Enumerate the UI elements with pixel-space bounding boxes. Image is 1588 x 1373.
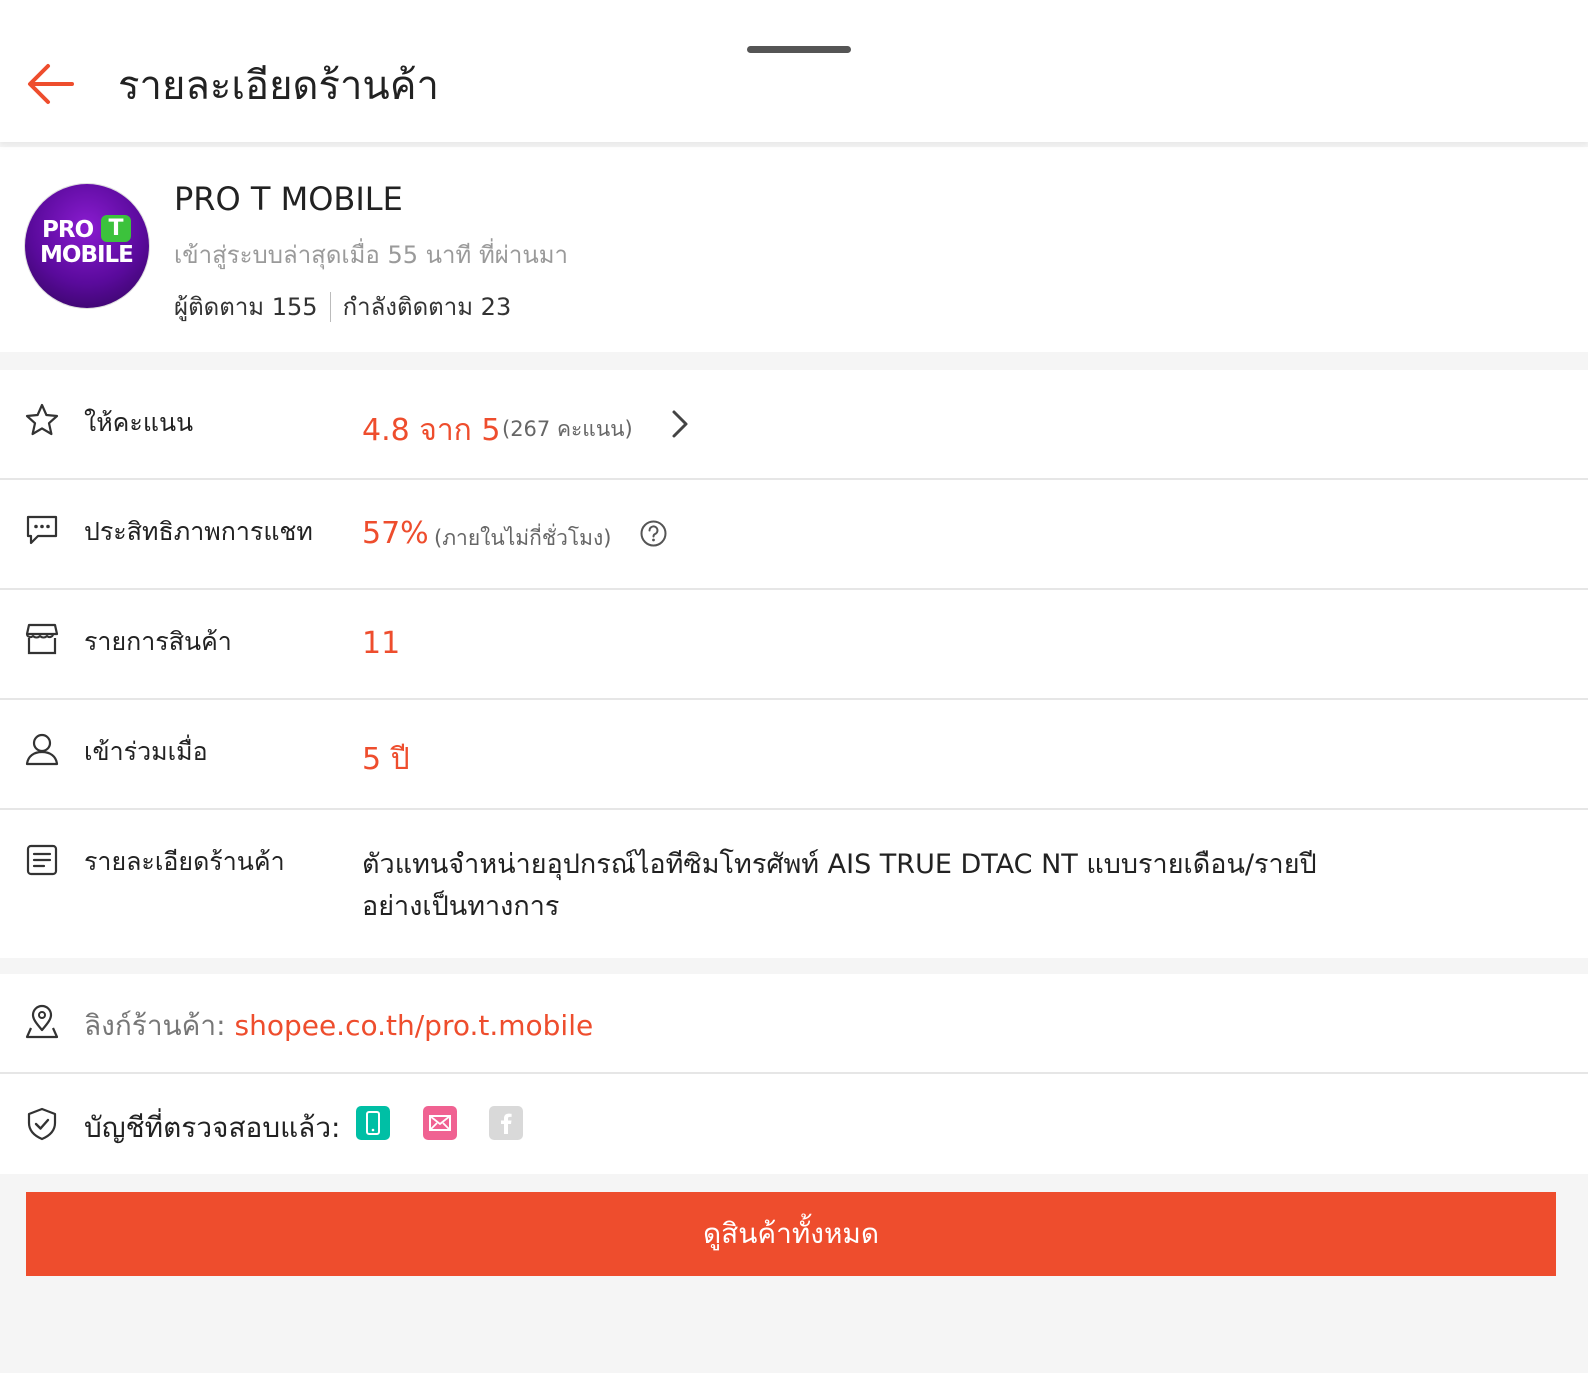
follow-stats: ผู้ติดตาม 155 กำลังติดตาม 23 (174, 287, 511, 326)
description-line: ตัวแทนจำหน่ายอุปกรณ์ไอทีซิมโทรศัพท์ AIS … (362, 849, 1317, 880)
phone-verified-badge (356, 1106, 390, 1140)
products-count: 11 (362, 626, 401, 661)
description-label: รายละเอียดร้านค้า (84, 847, 285, 876)
chat-response-rate: 57% (362, 516, 429, 551)
divider (329, 291, 331, 322)
joined-value: 5 ปี (362, 742, 410, 777)
description-line: อย่างเป็นทางการ (362, 891, 560, 922)
products-label: รายการสินค้า (84, 627, 232, 656)
drag-handle[interactable] (747, 46, 851, 53)
phone-icon (366, 1111, 380, 1135)
back-button[interactable] (22, 58, 82, 110)
description-row: รายละเอียดร้านค้า ตัวแทนจำหน่ายอุปกรณ์ไอ… (0, 810, 1588, 958)
shop-link: ลิงก์ร้านค้า: shopee.co.th/pro.t.mobile (84, 1004, 593, 1048)
shop-avatar[interactable]: PRO T MOBILE (25, 184, 149, 308)
products-row: รายการสินค้า 11 (0, 590, 1588, 700)
shop-profile: PRO T MOBILE PRO T MOBILE เข้าสู่ระบบล่า… (0, 147, 1588, 352)
rating-value: 4.8 จาก 5 (362, 413, 501, 448)
shop-details: ให้คะแนน 4.8 จาก 5 (267 คะแนน) ประสิทธิภ… (0, 370, 1588, 958)
shop-links: ลิงก์ร้านค้า: shopee.co.th/pro.t.mobile … (0, 974, 1588, 1174)
email-verified-badge (423, 1106, 457, 1140)
app-header: รายละเอียดร้านค้า (0, 0, 1588, 142)
last-active: เข้าสู่ระบบล่าสุดเมื่อ 55 นาที ที่ผ่านมา (174, 241, 569, 269)
shop-link-url[interactable]: shopee.co.th/pro.t.mobile (234, 1009, 593, 1042)
view-all-products-button[interactable]: ดูสินค้าทั้งหมด (26, 1192, 1556, 1276)
rating-row[interactable]: ให้คะแนน 4.8 จาก 5 (267 คะแนน) (0, 370, 1588, 480)
verified-label: บัญชีที่ตรวจสอบแล้ว: (84, 1111, 341, 1144)
shop-name: PRO T MOBILE (174, 180, 403, 218)
logo-text: PRO (42, 217, 94, 243)
shop-link-label: ลิงก์ร้านค้า: (84, 1009, 235, 1042)
document-icon (26, 844, 58, 876)
following-count[interactable]: กำลังติดตาม 23 (343, 287, 512, 326)
chevron-right-icon[interactable] (668, 408, 692, 440)
email-icon (429, 1115, 451, 1131)
map-pin-icon (25, 1004, 59, 1039)
shop-description: ตัวแทนจำหน่ายอุปกรณ์ไอทีซิมโทรศัพท์ AIS … (362, 844, 1412, 928)
arrow-left-icon (28, 64, 74, 104)
followers-count[interactable]: ผู้ติดตาม 155 (174, 287, 318, 326)
logo-bubble: T (101, 215, 131, 242)
facebook-unverified-badge (489, 1106, 523, 1140)
chat-row: ประสิทธิภาพการแชท 57% (ภายในไม่กี่ชั่วโม… (0, 480, 1588, 590)
shop-link-row: ลิงก์ร้านค้า: shopee.co.th/pro.t.mobile (0, 974, 1588, 1074)
joined-row: เข้าร่วมเมื่อ 5 ปี (0, 700, 1588, 810)
store-icon (25, 623, 59, 655)
chat-label: ประสิทธิภาพการแชท (84, 517, 313, 546)
rating-count: (267 คะแนน) (502, 417, 633, 441)
facebook-icon (501, 1113, 512, 1134)
logo-text-2: MOBILE (40, 242, 134, 268)
page-title: รายละเอียดร้านค้า (118, 63, 439, 109)
joined-label: เข้าร่วมเมื่อ (84, 737, 208, 766)
shield-check-icon (27, 1107, 57, 1141)
chat-bubble-icon (26, 515, 58, 545)
user-icon (25, 733, 59, 766)
rating-label: ให้คะแนน (84, 408, 194, 437)
chat-response-time: (ภายในไม่กี่ชั่วโมง) (434, 526, 612, 550)
verified-accounts-row: บัญชีที่ตรวจสอบแล้ว: (0, 1074, 1588, 1174)
star-icon (25, 403, 59, 436)
help-icon[interactable] (640, 520, 667, 547)
